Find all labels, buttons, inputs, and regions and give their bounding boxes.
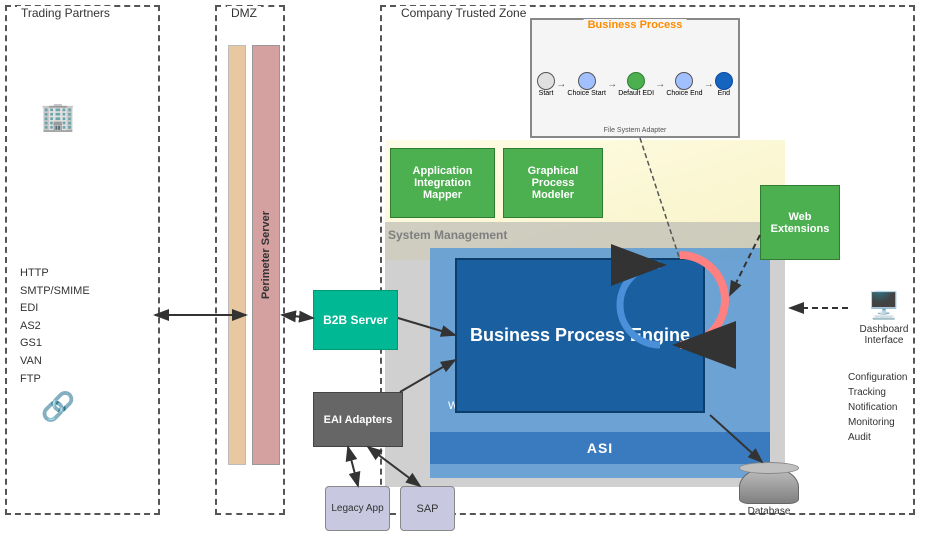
dashboard-interface-label: Dashboard Interface (848, 324, 920, 346)
b2b-server-box: B2B Server (313, 290, 398, 350)
bp-arrow-4: → (704, 79, 714, 90)
bp-choice-start: Choice Start (567, 72, 606, 97)
bpe-label: Business Process Engine (470, 324, 690, 347)
bp-start-label: Start (539, 90, 554, 97)
bp-end-label: End (718, 90, 730, 97)
bp-start-circle (537, 72, 555, 90)
eai-adapters-label: EAI Adapters (324, 414, 393, 426)
network-icon: 🔗 (18, 390, 98, 455)
file-system-label: File System Adapter (604, 127, 667, 134)
config-list: Configuration Tracking Notification Moni… (848, 370, 907, 445)
dashboard-interface-box: 🖥️ Dashboard Interface (848, 290, 920, 346)
notification-item: Notification (848, 400, 907, 415)
asi-bar: ASI (430, 432, 770, 464)
bp-choice-end-circle (675, 72, 693, 90)
trusted-zone-label: Company Trusted Zone (397, 6, 530, 20)
graphical-process-label: Graphical Process Modeler (509, 165, 597, 201)
legacy-app-label: Legacy App (331, 503, 383, 514)
bp-choice-end-label: Choice End (666, 90, 702, 97)
protocol-edi: EDI (20, 300, 90, 318)
monitoring-item: Monitoring (848, 415, 907, 430)
bp-flow: Start → Choice Start → Default EDI → Cho… (537, 38, 733, 131)
business-process-label: Business Process (584, 19, 687, 31)
db-top (739, 462, 799, 474)
bp-start: Start (537, 72, 555, 97)
database-label: Database (748, 506, 791, 517)
asi-label: ASI (587, 440, 613, 456)
protocol-van: VAN (20, 353, 90, 371)
perimeter-server-label: Perimeter Server (260, 211, 272, 299)
protocol-http: HTTP (20, 265, 90, 283)
eai-adapters-box: EAI Adapters (313, 392, 403, 447)
trading-partners-label: Trading Partners (17, 6, 114, 20)
bpe-box: Business Process Engine (455, 258, 705, 413)
web-extensions-label: Web Extensions (765, 211, 835, 235)
bp-end: End (715, 72, 733, 97)
perimeter-server-bar: Perimeter Server (252, 45, 280, 465)
dmz-label: DMZ (227, 6, 261, 20)
audit-item: Audit (848, 430, 907, 445)
bp-choice-start-label: Choice Start (567, 90, 606, 97)
web-extensions-box: Web Extensions (760, 185, 840, 260)
diagram-container: Trading Partners DMZ Company Trusted Zon… (0, 0, 925, 543)
bp-choice-start-circle (578, 72, 596, 90)
bp-arrow-2: → (607, 79, 617, 90)
bp-arrow-3: → (655, 79, 665, 90)
bp-arrow-1: → (556, 79, 566, 90)
tracking-item: Tracking (848, 385, 907, 400)
sap-label: SAP (416, 503, 438, 515)
protocol-smtp: SMTP/SMIME (20, 283, 90, 301)
protocol-gs1: GS1 (20, 335, 90, 353)
protocol-labels: HTTP SMTP/SMIME EDI AS2 GS1 VAN FTP (20, 265, 90, 388)
config-item: Configuration (848, 370, 907, 385)
bp-edi-circle (627, 72, 645, 90)
protocol-as2: AS2 (20, 318, 90, 336)
protocol-ftp: FTP (20, 371, 90, 389)
dmz-bar (228, 45, 246, 465)
app-integration-label: Application Integration Mapper (396, 165, 489, 201)
sap-box: SAP (400, 486, 455, 531)
buildings-icon: 🏢 (18, 100, 98, 160)
legacy-app-box: Legacy App (325, 486, 390, 531)
graphical-process-box: Graphical Process Modeler (503, 148, 603, 218)
bp-default-edi: Default EDI (618, 72, 654, 97)
bp-choice-end: Choice End (666, 72, 702, 97)
b2b-server-label: B2B Server (323, 313, 388, 327)
app-integration-box: Application Integration Mapper (390, 148, 495, 218)
business-process-box: Business Process Start → Choice Start → … (530, 18, 740, 138)
bp-edi-label: Default EDI (618, 90, 654, 97)
database-box: Database (734, 462, 804, 517)
bp-end-circle (715, 72, 733, 90)
dashboard-monitor-icon: 🖥️ (848, 290, 920, 321)
